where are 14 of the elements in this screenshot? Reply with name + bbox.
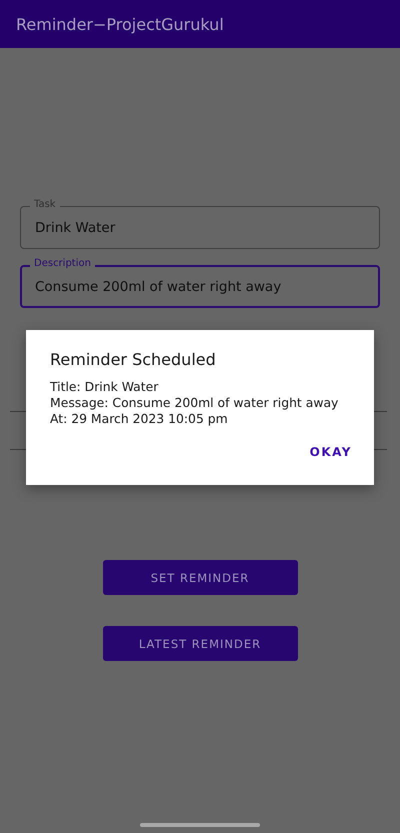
field-value: Drink Water xyxy=(35,220,116,236)
okay-button[interactable]: OKAY xyxy=(310,441,352,463)
dialog-title: Reminder Scheduled xyxy=(50,350,217,370)
text-field[interactable]: Task Drink Water xyxy=(20,199,380,249)
field-value: Consume 200ml of water right away xyxy=(35,278,282,294)
dialog-text: Message: Consume 200ml of water right away xyxy=(50,395,340,411)
dialog-text: Title: Drink Water xyxy=(50,379,160,395)
app-title: Reminder−ProjectGurukul xyxy=(16,14,224,34)
home-indicator[interactable] xyxy=(140,823,260,827)
reminder-button[interactable]: LATEST REMINDER xyxy=(102,626,298,661)
text-field[interactable]: Description Consume 200ml of water right away xyxy=(20,258,380,308)
dialog-text: At: 29 March 2023 10:05 pm xyxy=(50,411,229,427)
reminder-button[interactable]: SET REMINDER xyxy=(102,560,298,595)
field-label: Description xyxy=(30,258,95,270)
